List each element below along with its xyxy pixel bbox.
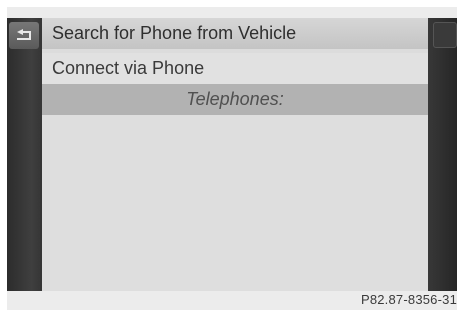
- right-rail-tab[interactable]: [433, 22, 457, 48]
- back-button[interactable]: [9, 22, 39, 49]
- menu-item-connect-via-phone[interactable]: Connect via Phone: [42, 53, 428, 84]
- section-header-label: Telephones:: [186, 89, 284, 109]
- head-unit-screen: Search for Phone from Vehicle Connect vi…: [7, 7, 457, 310]
- telephones-section-header: Telephones:: [42, 84, 428, 115]
- telephones-list: [42, 115, 428, 291]
- menu-item-label: Search for Phone from Vehicle: [52, 23, 297, 43]
- menu-item-label: Connect via Phone: [52, 58, 205, 78]
- phone-menu: Search for Phone from Vehicle Connect vi…: [42, 18, 428, 291]
- right-rail: [428, 18, 457, 291]
- back-arrow-icon: [17, 29, 31, 40]
- figure-code: P82.87-8356-31: [360, 292, 457, 307]
- left-rail: [7, 18, 42, 291]
- menu-item-search-phone[interactable]: Search for Phone from Vehicle: [42, 18, 428, 49]
